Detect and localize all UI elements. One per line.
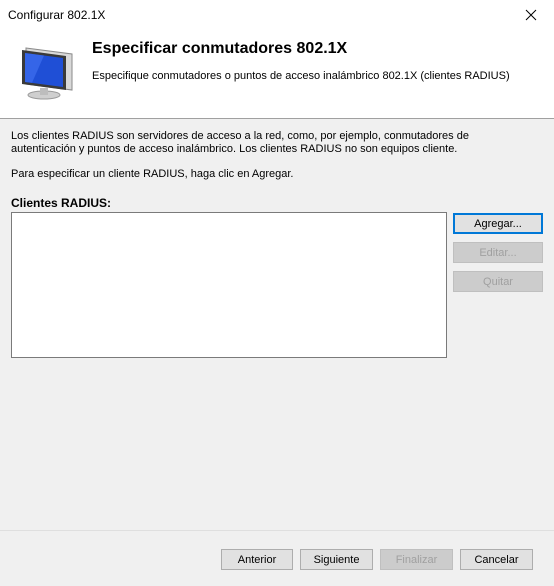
- back-button[interactable]: Anterior: [221, 549, 293, 570]
- description: Los clientes RADIUS son servidores de ac…: [11, 130, 531, 156]
- page-title: Especificar conmutadores 802.1X: [92, 40, 348, 57]
- cancel-button[interactable]: Cancelar: [460, 549, 533, 570]
- finish-button[interactable]: Finalizar: [380, 549, 453, 570]
- title-bar: Configurar 802.1X: [0, 0, 554, 30]
- radius-clients-list[interactable]: [11, 212, 447, 358]
- window-title: Configurar 802.1X: [8, 8, 106, 22]
- edit-button[interactable]: Editar...: [453, 242, 543, 263]
- add-button[interactable]: Agregar...: [453, 213, 543, 234]
- close-icon: [525, 9, 537, 21]
- remove-button[interactable]: Quitar: [453, 271, 543, 292]
- description-line-2: autenticación y puntos de acceso inalámb…: [11, 143, 458, 155]
- page-subtitle: Especifique conmutadores o puntos de acc…: [92, 70, 510, 82]
- radius-clients-label: Clientes RADIUS:: [11, 196, 112, 210]
- wizard-header: Especificar conmutadores 802.1X Especifi…: [0, 30, 554, 119]
- next-button[interactable]: Siguiente: [300, 549, 373, 570]
- close-button[interactable]: [508, 0, 554, 30]
- footer-divider: [0, 530, 554, 531]
- instruction-text: Para especificar un cliente RADIUS, haga…: [11, 168, 294, 180]
- monitor-icon: [22, 47, 73, 100]
- description-line-1: Los clientes RADIUS son servidores de ac…: [11, 130, 469, 142]
